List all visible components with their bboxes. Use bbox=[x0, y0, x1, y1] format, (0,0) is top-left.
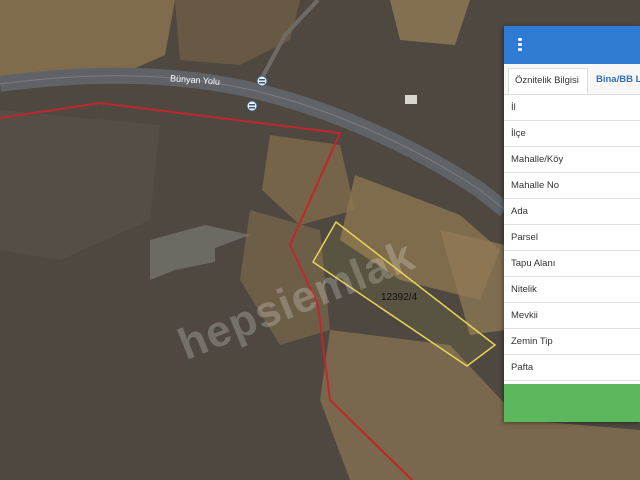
road-marker-icon bbox=[246, 100, 258, 112]
attribute-row-mahalle-no: Mahalle No bbox=[504, 173, 640, 199]
info-panel: Öznitelik Bilgisi Bina/BB Listesi İl İlç… bbox=[504, 26, 640, 422]
road-marker-icon bbox=[256, 75, 268, 87]
parcel-label: 12392/4 bbox=[381, 292, 418, 303]
attribute-list: İl İlçe Mahalle/Köy Mahalle No Ada Parse… bbox=[504, 95, 640, 381]
attribute-row-zemin-tip: Zemin Tip bbox=[504, 329, 640, 355]
attribute-row-mahalle-koy: Mahalle/Köy bbox=[504, 147, 640, 173]
panel-header bbox=[504, 26, 640, 64]
attribute-row-nitelik: Nitelik bbox=[504, 277, 640, 303]
attribute-row-parsel: Parsel bbox=[504, 225, 640, 251]
attribute-row-il: İl bbox=[504, 95, 640, 121]
attribute-row-pafta: Pafta bbox=[504, 355, 640, 381]
attribute-row-mevkii: Mevkii bbox=[504, 303, 640, 329]
panel-footer-button[interactable] bbox=[504, 384, 640, 422]
panel-tabs: Öznitelik Bilgisi Bina/BB Listesi bbox=[504, 64, 640, 95]
tab-building-list[interactable]: Bina/BB Listesi bbox=[590, 68, 640, 94]
attribute-row-ilce: İlçe bbox=[504, 121, 640, 147]
building bbox=[405, 95, 417, 104]
attribute-row-tapu-alani: Tapu Alanı bbox=[504, 251, 640, 277]
vertical-ellipsis-icon[interactable] bbox=[518, 38, 522, 52]
tab-attribute-info[interactable]: Öznitelik Bilgisi bbox=[508, 68, 588, 94]
attribute-row-ada: Ada bbox=[504, 199, 640, 225]
